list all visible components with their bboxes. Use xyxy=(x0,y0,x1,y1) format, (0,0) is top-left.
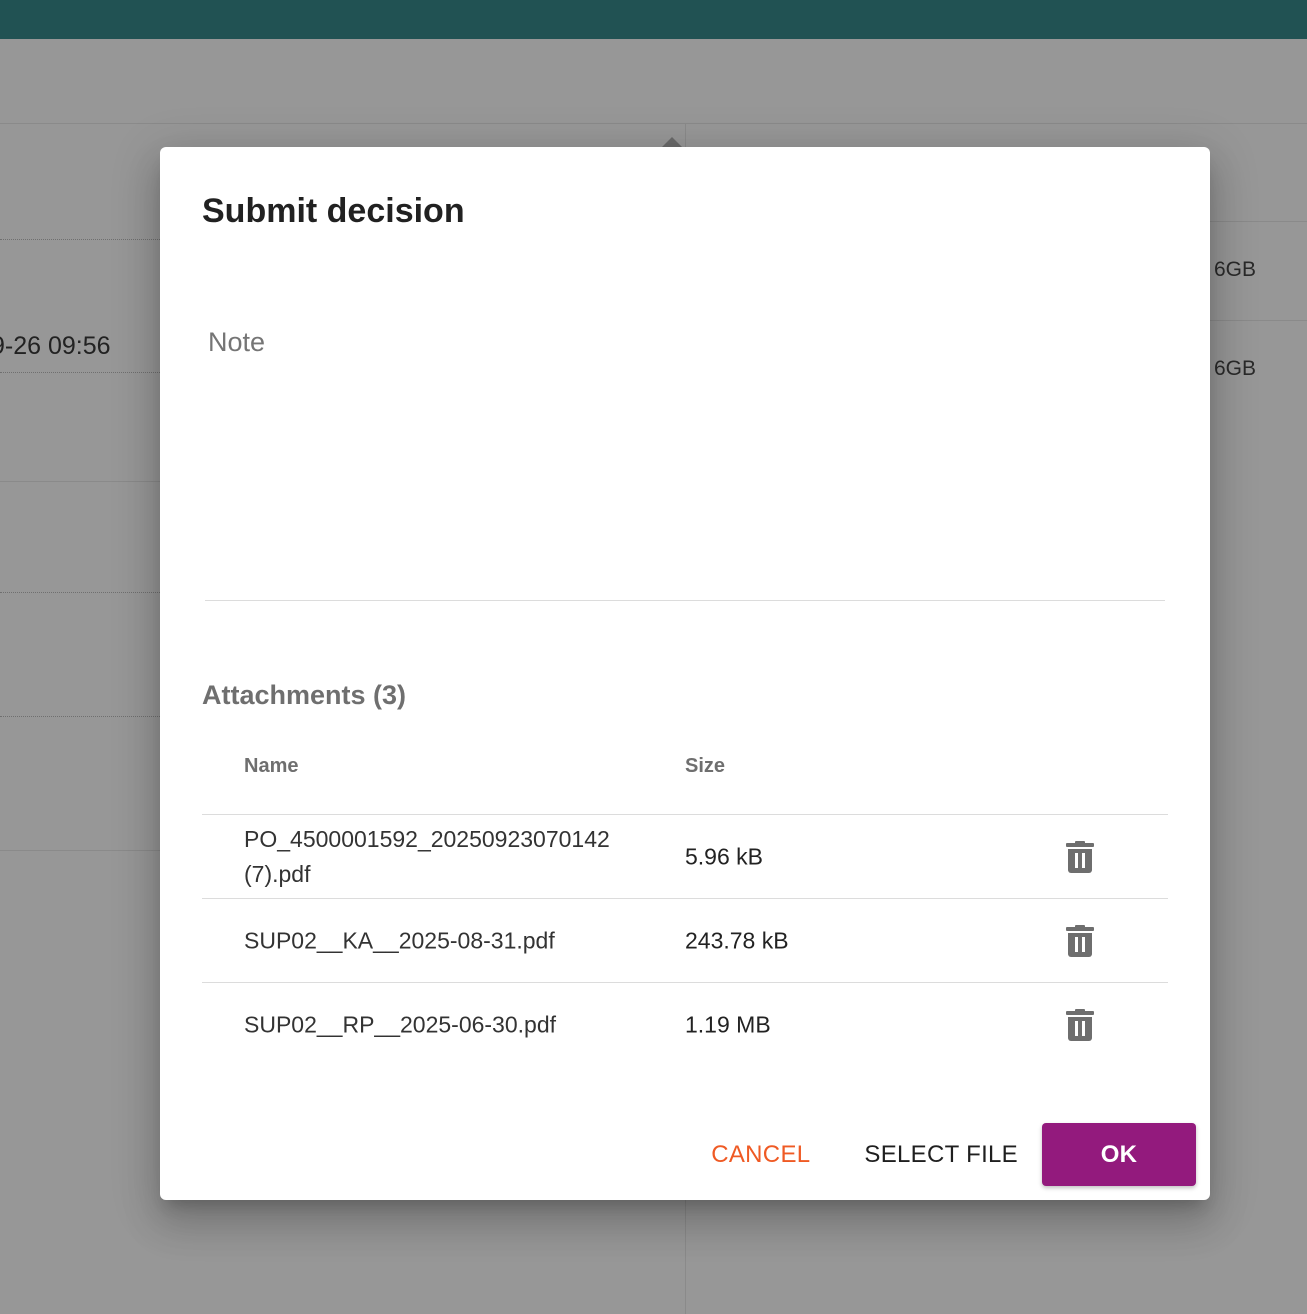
dialog-actions: CANCEL SELECT FILE OK xyxy=(693,1123,1196,1186)
background-storage-value: 6GB xyxy=(1214,258,1257,281)
attachments-heading: Attachments (3) xyxy=(202,680,407,710)
background-row-divider xyxy=(0,372,160,373)
delete-attachment-button[interactable] xyxy=(1058,1003,1102,1047)
attachment-row: SUP02__KA__2025-08-31.pdf 243.78 kB xyxy=(202,899,1168,983)
background-row-divider xyxy=(0,481,160,482)
background-datetime: 9-26 09:56 xyxy=(0,332,111,360)
trash-icon xyxy=(1066,1008,1094,1041)
background-storage-value: 6GB xyxy=(1214,357,1257,380)
note-textarea[interactable] xyxy=(205,317,1165,600)
ok-button[interactable]: OK xyxy=(1042,1123,1196,1186)
background-sort-caret-icon xyxy=(662,137,682,147)
trash-icon xyxy=(1066,924,1094,957)
submit-decision-dialog: Submit decision Note Attachments (3) Nam… xyxy=(160,147,1210,1200)
attachments-table-header: Name Size xyxy=(202,732,1168,815)
attachment-size: 1.19 MB xyxy=(685,1011,771,1037)
attachment-row: PO_4500001592_20250923070142 (7).pdf 5.9… xyxy=(202,815,1168,899)
column-header-size[interactable]: Size xyxy=(685,755,725,778)
attachment-name: PO_4500001592_20250923070142 (7).pdf xyxy=(244,825,610,887)
attachments-table: Name Size PO_4500001592_20250923070142 (… xyxy=(202,732,1168,1066)
background-row-divider xyxy=(0,592,160,593)
dialog-title: Submit decision xyxy=(202,192,465,230)
background-subheader xyxy=(0,39,1307,124)
attachment-size: 5.96 kB xyxy=(685,843,763,869)
background-row-divider xyxy=(1210,320,1307,321)
select-file-button[interactable]: SELECT FILE xyxy=(846,1123,1036,1186)
delete-attachment-button[interactable] xyxy=(1058,919,1102,963)
trash-icon xyxy=(1066,840,1094,873)
delete-attachment-button[interactable] xyxy=(1058,835,1102,879)
attachment-name: SUP02__KA__2025-08-31.pdf xyxy=(244,927,555,953)
cancel-button[interactable]: CANCEL xyxy=(693,1123,828,1186)
attachment-name: SUP02__RP__2025-06-30.pdf xyxy=(244,1011,557,1037)
note-field[interactable]: Note xyxy=(205,317,1165,601)
column-header-name[interactable]: Name xyxy=(244,755,298,778)
attachment-size: 243.78 kB xyxy=(685,927,789,953)
background-row-divider xyxy=(0,716,160,717)
attachment-row: SUP02__RP__2025-06-30.pdf 1.19 MB xyxy=(202,983,1168,1066)
background-row-divider xyxy=(1210,221,1307,222)
background-row-divider xyxy=(0,850,160,851)
background-row-divider xyxy=(0,239,160,240)
app-top-bar xyxy=(0,0,1307,39)
